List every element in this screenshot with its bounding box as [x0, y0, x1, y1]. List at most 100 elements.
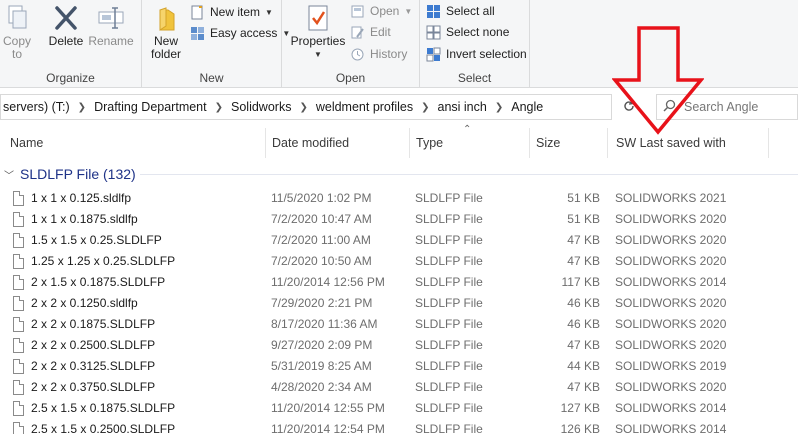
invert-selection-button[interactable]: Invert selection	[426, 44, 527, 64]
file-date: 11/20/2014 12:56 PM	[271, 275, 385, 289]
properties-dropdown-icon: ▼	[314, 50, 322, 59]
select-group-label: Select	[457, 71, 492, 85]
file-icon	[13, 380, 24, 395]
table-row[interactable]: 1 x 1 x 0.125.sldlfp 11/5/2020 1:02 PM S…	[0, 188, 798, 209]
file-icon	[13, 212, 24, 227]
table-row[interactable]: 2 x 1.5 x 0.1875.SLDLFP 11/20/2014 12:56…	[0, 272, 798, 293]
open-dropdown-icon: ▼	[404, 6, 413, 16]
column-header-size-label: Size	[536, 136, 561, 150]
file-icon	[13, 359, 24, 374]
table-row[interactable]: 1.25 x 1.25 x 0.25.SLDLFP 7/2/2020 10:50…	[0, 251, 798, 272]
file-name: 2.5 x 1.5 x 0.2500.SLDLFP	[31, 422, 176, 434]
new-item-button[interactable]: New item ▼	[190, 2, 273, 22]
file-sw-version: SOLIDWORKS 2014	[615, 401, 727, 415]
breadcrumb-chevron-icon[interactable]: ❯	[78, 102, 86, 113]
file-size: 47 KB	[567, 233, 600, 247]
open-group-label: Open	[335, 71, 366, 85]
breadcrumb-chevron-icon[interactable]: ❯	[299, 102, 307, 113]
rename-button[interactable]: Rename	[88, 4, 134, 48]
table-row[interactable]: 2 x 2 x 0.3125.SLDLFP 5/31/2019 8:25 AM …	[0, 356, 798, 377]
file-name: 2 x 2 x 0.3750.SLDLFP	[31, 380, 156, 394]
copy-to-button[interactable]: Copy to	[0, 4, 34, 61]
properties-button[interactable]: Properties ▼	[290, 4, 346, 61]
table-row[interactable]: 2 x 2 x 0.2500.SLDLFP 9/27/2020 2:09 PM …	[0, 335, 798, 356]
open-button[interactable]: Open ▼	[350, 1, 412, 21]
organize-group-label: Organize	[46, 71, 95, 85]
column-header-name[interactable]: Name	[0, 128, 266, 158]
file-sw-version: SOLIDWORKS 2020	[615, 212, 727, 226]
new-item-label: New item	[210, 5, 261, 19]
file-date: 9/27/2020 2:09 PM	[271, 338, 373, 352]
column-header-name-label: Name	[10, 136, 44, 150]
table-row[interactable]: 2.5 x 1.5 x 0.1875.SLDLFP 11/20/2014 12:…	[0, 398, 798, 419]
table-row[interactable]: 2 x 2 x 0.1250.sldlfp 7/29/2020 2:21 PM …	[0, 293, 798, 314]
open-icon	[350, 4, 365, 19]
breadcrumb-drive[interactable]: servers) (T:)	[3, 100, 70, 114]
ribbon: Copy to Delete Rename Organize New folde…	[0, 0, 798, 88]
group-divider	[140, 174, 798, 175]
search-icon	[663, 99, 676, 115]
group-header[interactable]: ﹀ SLDLFP File (132)	[0, 163, 136, 185]
file-icon	[13, 254, 24, 269]
history-button[interactable]: History	[350, 44, 407, 64]
open-group: Properties ▼ Open ▼ Edit History Open	[282, 0, 420, 88]
table-row[interactable]: 2.5 x 1.5 x 0.2500.SLDLFP 11/20/2014 12:…	[0, 419, 798, 434]
file-icon	[13, 401, 24, 416]
file-name: 2.5 x 1.5 x 0.1875.SLDLFP	[31, 401, 176, 415]
new-group-label: New	[199, 71, 224, 85]
file-sw-version: SOLIDWORKS 2020	[615, 296, 727, 310]
file-size: 46 KB	[567, 317, 600, 331]
search-input[interactable]: Search Angle	[656, 94, 798, 120]
breadcrumb-solidworks[interactable]: Solidworks	[231, 100, 291, 114]
history-label: History	[370, 47, 408, 61]
file-size: 127 KB	[560, 401, 600, 415]
file-date: 7/2/2020 11:00 AM	[271, 233, 371, 247]
breadcrumb-chevron-icon[interactable]: ❯	[495, 102, 503, 113]
new-folder-button[interactable]: New folder	[146, 4, 186, 61]
table-row[interactable]: 1 x 1 x 0.1875.sldlfp 7/2/2020 10:47 AM …	[0, 209, 798, 230]
breadcrumb-chevron-icon[interactable]: ❯	[215, 102, 223, 113]
select-none-button[interactable]: Select none	[426, 22, 509, 42]
file-date: 11/20/2014 12:55 PM	[271, 401, 385, 415]
file-icon	[13, 296, 24, 311]
chevron-down-icon[interactable]: ﹀	[4, 167, 14, 182]
table-row[interactable]: 2 x 2 x 0.1875.SLDLFP 8/17/2020 11:36 AM…	[0, 314, 798, 335]
column-header-date-label: Date modified	[272, 136, 350, 150]
file-date: 11/5/2020 1:02 PM	[271, 191, 372, 205]
table-row[interactable]: 2 x 2 x 0.3750.SLDLFP 4/28/2020 2:34 AM …	[0, 377, 798, 398]
file-size: 126 KB	[560, 422, 600, 434]
file-icon	[13, 422, 24, 434]
breadcrumb-angle[interactable]: Angle	[511, 100, 543, 114]
file-type: SLDLFP File	[415, 401, 483, 415]
file-name: 2 x 1.5 x 0.1875.SLDLFP	[31, 275, 166, 289]
file-sw-version: SOLIDWORKS 2014	[615, 422, 727, 434]
column-header-sw-last-saved[interactable]: SW Last saved with	[606, 128, 769, 158]
file-type: SLDLFP File	[415, 254, 483, 268]
column-header-date-modified[interactable]: Date modified	[262, 128, 410, 158]
select-all-button[interactable]: Select all	[426, 1, 495, 21]
file-type: SLDLFP File	[415, 359, 483, 373]
easy-access-label: Easy access	[210, 26, 278, 40]
file-size: 51 KB	[567, 191, 600, 205]
file-name: 2 x 2 x 0.2500.SLDLFP	[31, 338, 156, 352]
breadcrumb-weldment-profiles[interactable]: weldment profiles	[316, 100, 413, 114]
delete-icon	[52, 4, 80, 32]
column-header-size[interactable]: Size	[526, 128, 608, 158]
address-bar[interactable]: servers) (T:) ❯ Drafting Department ❯ So…	[0, 94, 612, 120]
breadcrumb-chevron-icon[interactable]: ❯	[421, 102, 429, 113]
file-size: 51 KB	[567, 212, 600, 226]
file-size: 117 KB	[561, 275, 600, 289]
file-name: 2 x 2 x 0.1250.sldlfp	[31, 296, 138, 310]
breadcrumb-drafting-department[interactable]: Drafting Department	[94, 100, 207, 114]
breadcrumb-ansi-inch[interactable]: ansi inch	[438, 100, 487, 114]
file-type: SLDLFP File	[415, 275, 483, 289]
refresh-button[interactable]	[616, 94, 642, 120]
select-all-label: Select all	[446, 4, 495, 18]
table-row[interactable]: 1.5 x 1.5 x 0.25.SLDLFP 7/2/2020 11:00 A…	[0, 230, 798, 251]
file-sw-version: SOLIDWORKS 2019	[615, 359, 727, 373]
delete-button[interactable]: Delete	[48, 4, 84, 48]
easy-access-button[interactable]: Easy access ▼	[190, 23, 290, 43]
file-list: 1 x 1 x 0.125.sldlfp 11/5/2020 1:02 PM S…	[0, 188, 798, 434]
file-size: 47 KB	[567, 254, 600, 268]
edit-button[interactable]: Edit	[350, 22, 391, 42]
